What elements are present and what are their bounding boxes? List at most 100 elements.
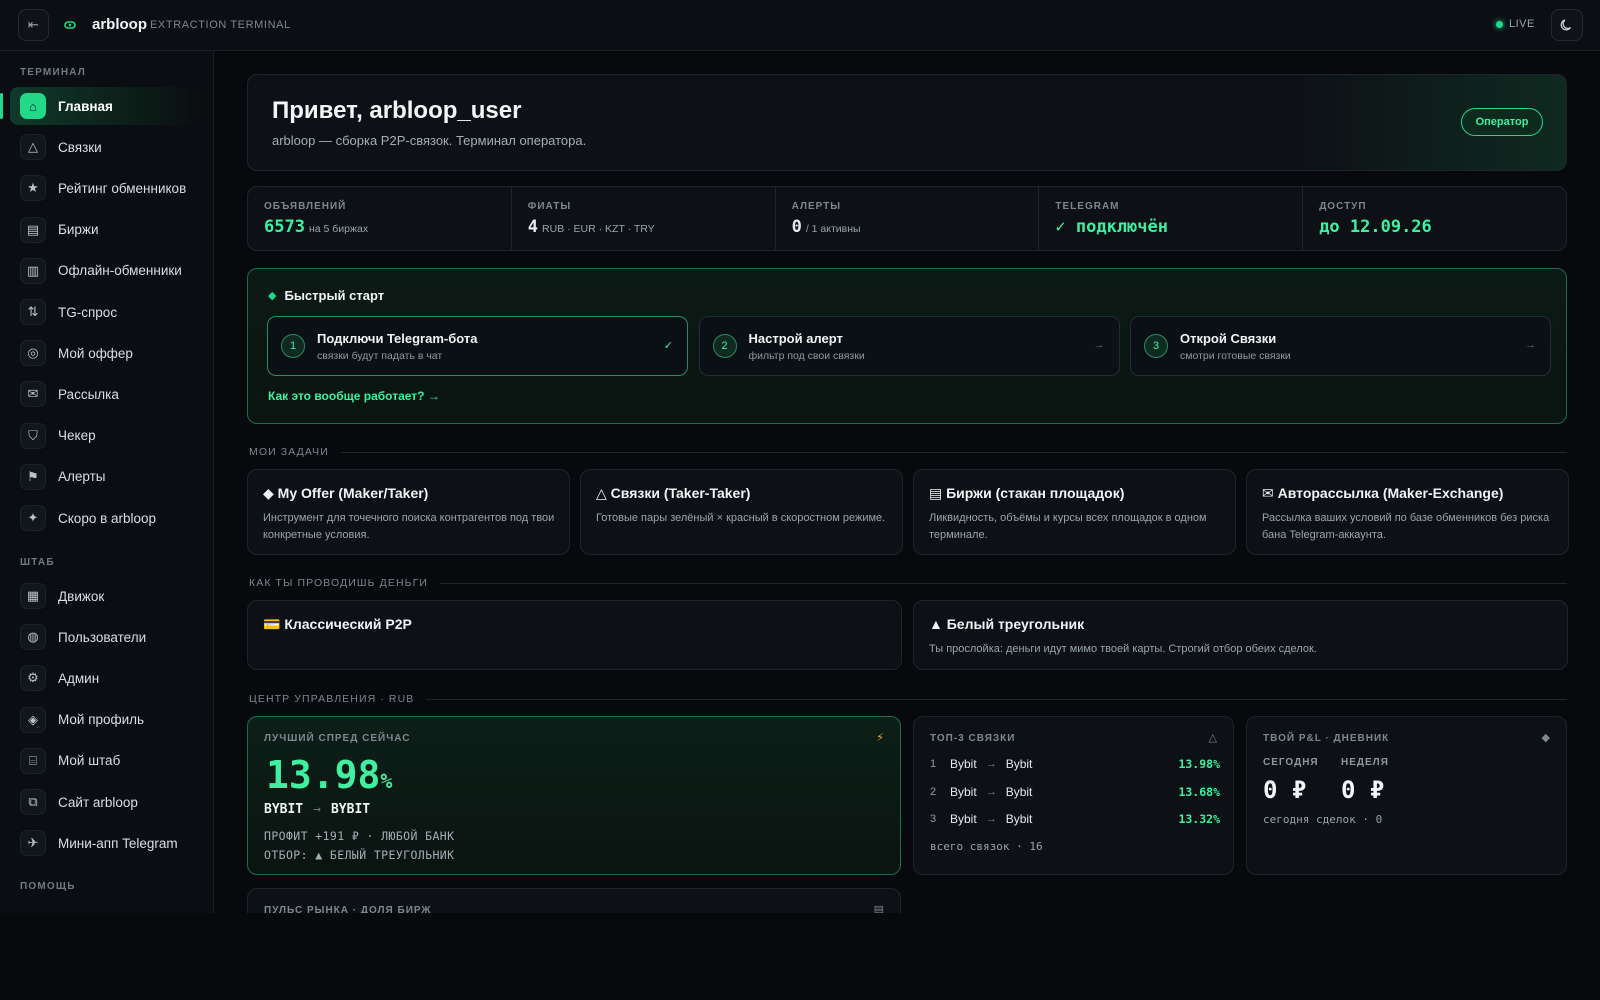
task-title: ✉ Авторассылка (Maker-Exchange) bbox=[1262, 485, 1504, 501]
quick-start-title: ◆ Быстрый старт bbox=[268, 288, 384, 303]
top3-from: Bybit bbox=[950, 757, 977, 771]
task-card-3[interactable]: ▤ Биржи (стакан площадок) Ликвидность, об… bbox=[913, 469, 1236, 555]
best-spread-filter: ОТБОР: ▲ БЕЛЫЙ ТРЕУГОЛЬНИК bbox=[264, 848, 455, 862]
top3-row[interactable]: 1 Bybit → Bybit 13.98% bbox=[930, 755, 1220, 773]
lightning-icon: ⚡ bbox=[876, 732, 884, 744]
stat-label: TELEGRAM bbox=[1055, 201, 1120, 212]
stat-value: 6573 bbox=[264, 217, 305, 237]
step-number: 1 bbox=[281, 334, 305, 358]
sidebar-item-users[interactable]: ◍ Пользователи bbox=[10, 618, 204, 656]
task-card-4[interactable]: ✉ Авторассылка (Maker-Exchange) Рассылка … bbox=[1246, 469, 1569, 555]
stat-label: ФИАТЫ bbox=[527, 201, 572, 212]
page-subtitle: arbloop — сборка P2P-связок. Терминал оп… bbox=[272, 133, 587, 148]
brand-name[interactable]: arbloop bbox=[92, 16, 147, 33]
top3-row[interactable]: 3 Bybit → Bybit 13.32% bbox=[930, 810, 1220, 828]
task-title: ▤ Биржи (стакан площадок) bbox=[929, 485, 1125, 501]
stat-1: ФИАТЫ 4 RUB · EUR · KZT · TRY bbox=[512, 187, 776, 250]
stat-value: 4 bbox=[527, 217, 539, 237]
step-subtitle: фильтр под свои связки bbox=[748, 350, 865, 362]
step-title: Подключи Telegram-бота bbox=[317, 331, 478, 346]
step-number: 2 bbox=[712, 334, 737, 358]
top3-spread: 13.32% bbox=[1178, 812, 1220, 826]
top3-from: Bybit bbox=[950, 784, 977, 799]
task-card-1[interactable]: ◆ My Offer (Maker/Taker) Инструмент для т… bbox=[247, 469, 570, 555]
tasks-heading: МОИ ЗАДАЧИ bbox=[249, 446, 1567, 458]
best-spread-route: BYBIT → BYBIT bbox=[264, 802, 370, 817]
sidebar-item-home[interactable]: ⌂ Главная bbox=[0, 87, 204, 125]
sidebar-item-label: TG-спрос bbox=[58, 304, 118, 320]
stat-2: АЛЕРТЫ 0/ 1 активны bbox=[776, 187, 1040, 250]
quick-step-3[interactable]: 3 Открой Связки смотри готовые связки → bbox=[1130, 316, 1551, 376]
quick-step-1[interactable]: 1 Подключи Telegram-бота связки будут пада… bbox=[267, 316, 688, 376]
stat-value-row: ✓ подключён bbox=[1055, 217, 1286, 237]
pnl-journal-card[interactable]: ТВОЙ P&L · ДНЕВНИК ◆ СЕГОДНЯ 0 ₽ НЕДЕЛЯ … bbox=[1246, 716, 1567, 875]
money-flow-card-2[interactable]: ▲ Белый треугольник Ты прослойка: деньги … bbox=[913, 600, 1568, 670]
sidebar-item-exchanges[interactable]: ▤ Биржи bbox=[10, 211, 204, 249]
stats-strip: ОБЪЯВЛЕНИЙ 6573 на 5 биржах ФИАТЫ 4 RUB · EUR… bbox=[247, 186, 1567, 251]
live-status: LIVE bbox=[1496, 18, 1535, 30]
task-description: Ликвидность, объёмы и курсы всех площадо… bbox=[929, 512, 1207, 541]
moon-icon bbox=[1560, 19, 1572, 31]
quick-start-label: Быстрый старт bbox=[284, 288, 385, 303]
sidebar-item-label: Рассылка bbox=[58, 386, 119, 402]
sidebar-item-profile[interactable]: ◈ Мой профиль bbox=[10, 701, 204, 739]
sidebar-item-label: Чекер bbox=[58, 428, 96, 444]
stat-3: TELEGRAM ✓ подключён bbox=[1039, 187, 1304, 250]
sidebar-item-my-hq[interactable]: ⌸ Мой штаб bbox=[10, 742, 204, 780]
sidebar-item-label: Биржи bbox=[58, 222, 99, 238]
quick-step-2[interactable]: 2 Настрой алерт фильтр под свои связки → bbox=[698, 316, 1120, 376]
task-description: Инструмент для точечного поиска контраге… bbox=[263, 512, 555, 541]
stat-value-row: 0/ 1 активны bbox=[792, 217, 1023, 237]
stat-label: ДОСТУП bbox=[1319, 201, 1367, 212]
money-flow-card-1[interactable]: 💳 Классический P2P bbox=[247, 600, 902, 670]
sidebar-item-links[interactable]: △ Связки bbox=[10, 128, 204, 166]
step-subtitle: смотри готовые связки bbox=[1180, 350, 1291, 362]
task-description: Рассылка ваших условий по базе обменнико… bbox=[1262, 512, 1550, 541]
mailing-icon: ✉ bbox=[20, 381, 46, 408]
offline-icon: ▥ bbox=[20, 257, 46, 284]
top3-from: Bybit bbox=[950, 812, 977, 826]
miniapp-icon: ✈ bbox=[20, 830, 46, 857]
top3-total: всего связок · 16 bbox=[930, 840, 1043, 853]
rating-icon: ★ bbox=[20, 175, 46, 202]
step-title: Открой Связки bbox=[1180, 331, 1277, 346]
stat-label: АЛЕРТЫ bbox=[791, 201, 842, 212]
sidebar-item-admin[interactable]: ⚙ Админ bbox=[10, 659, 204, 697]
stat-value: 0 bbox=[791, 217, 802, 237]
sidebar-item-site[interactable]: ⧉ Сайт arbloop bbox=[10, 783, 204, 821]
operator-role-badge[interactable]: Оператор bbox=[1461, 108, 1543, 136]
brand-subtitle: EXTRACTION TERMINAL bbox=[150, 19, 291, 31]
theme-toggle-button[interactable] bbox=[1551, 9, 1583, 41]
sidebar-item-my-offer[interactable]: ◎ Мой оффер bbox=[10, 334, 204, 372]
best-spread-card[interactable]: ЛУЧШИЙ СПРЕД СЕЙЧАС ⚡ 13.98% BYBIT → BYB… bbox=[247, 716, 901, 875]
sidebar-item-miniapp[interactable]: ✈ Мини-апп Telegram bbox=[10, 824, 204, 862]
sidebar-item-offline[interactable]: ▥ Офлайн-обменники bbox=[10, 252, 204, 290]
sidebar-item-soon[interactable]: ✦ Скоро в arbloop bbox=[10, 499, 204, 537]
sidebar-item-label: Движок bbox=[58, 588, 105, 604]
top3-row[interactable]: 2 Bybit → Bybit 13.68% bbox=[930, 783, 1220, 801]
sidebar-item-engine[interactable]: ▦ Движок bbox=[10, 577, 204, 615]
sidebar-item-tg-demand[interactable]: ⇅ TG-спрос bbox=[10, 293, 204, 331]
money-flow-title: ▲ Белый треугольник bbox=[929, 616, 1085, 632]
task-title: △ Связки (Taker-Taker) bbox=[596, 485, 751, 501]
top3-spread: 13.68% bbox=[1178, 784, 1220, 799]
sidebar-item-checker[interactable]: ⛉ Чекер bbox=[10, 417, 204, 455]
how-it-works-link[interactable]: Как это вообще работает? → bbox=[268, 389, 440, 403]
route-from: BYBIT bbox=[264, 802, 304, 817]
site-icon: ⧉ bbox=[20, 789, 46, 815]
sidebar-item-mailing[interactable]: ✉ Рассылка bbox=[10, 375, 204, 413]
stat-suffix: на 5 биржах bbox=[308, 223, 369, 235]
tg-demand-icon: ⇅ bbox=[20, 299, 46, 325]
sidebar-item-alerts[interactable]: ⚑ Алерты bbox=[10, 458, 204, 496]
stat-suffix: / 1 активны bbox=[805, 223, 861, 235]
arrow-right-icon: → bbox=[1093, 339, 1105, 351]
sidebar-item-rating[interactable]: ★ Рейтинг обменников bbox=[10, 169, 204, 207]
collapse-sidebar-button[interactable]: ⇤ bbox=[18, 9, 49, 41]
sidebar-section-help: ПОМОЩЬ bbox=[20, 881, 76, 892]
top3-rank: 3 bbox=[930, 813, 937, 825]
task-card-2[interactable]: △ Связки (Taker-Taker) Готовые пары зелён… bbox=[580, 469, 903, 555]
checker-icon: ⛉ bbox=[20, 422, 46, 449]
top3-label: ТОП-3 СВЯЗКИ bbox=[930, 733, 1016, 744]
top3-to: Bybit bbox=[1005, 784, 1033, 799]
sidebar-item-label: Скоро в arbloop bbox=[58, 510, 157, 526]
